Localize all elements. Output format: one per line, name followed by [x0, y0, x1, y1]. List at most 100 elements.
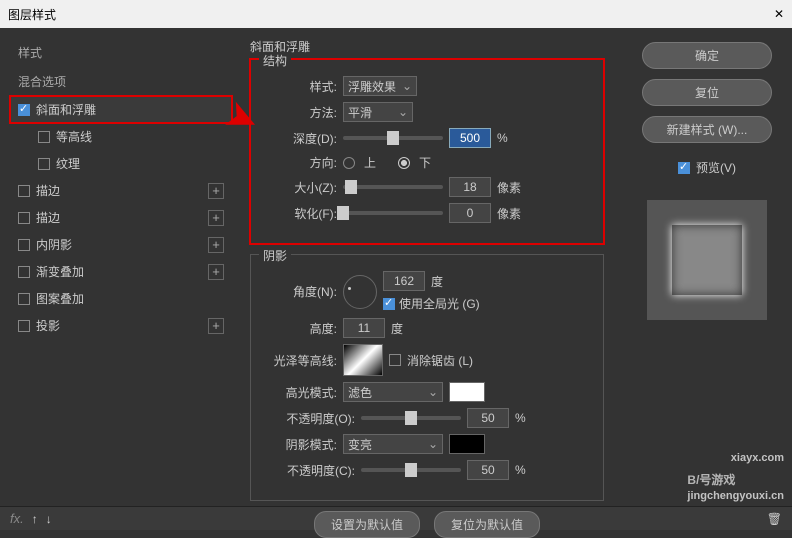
- sidebar-item-label: 投影: [36, 317, 60, 334]
- checkbox-icon[interactable]: [18, 239, 30, 251]
- altitude-input[interactable]: [343, 318, 385, 338]
- close-icon[interactable]: ✕: [774, 7, 784, 21]
- checkbox-icon[interactable]: [38, 158, 50, 170]
- sidebar-item-label: 描边: [36, 209, 60, 226]
- checkbox-icon[interactable]: [18, 185, 30, 197]
- depth-label: 深度(D):: [265, 130, 337, 147]
- arrow-up-icon[interactable]: ↑: [32, 512, 38, 526]
- sidebar-item-label: 纹理: [56, 155, 80, 172]
- checkbox-icon[interactable]: [18, 266, 30, 278]
- gloss-contour-picker[interactable]: [343, 344, 383, 376]
- sidebar-item-label: 内阴影: [36, 236, 72, 253]
- soften-slider[interactable]: [343, 211, 443, 215]
- depth-slider[interactable]: [343, 136, 443, 140]
- sidebar-item-label: 斜面和浮雕: [36, 101, 96, 118]
- size-input[interactable]: [449, 177, 491, 197]
- global-light-label: 使用全局光 (G): [399, 295, 480, 312]
- structure-fieldset: 结构 样式: 浮雕效果 方法: 平滑 深度(D): % 方向: 上 下: [250, 59, 604, 244]
- window-title: 图层样式: [8, 6, 56, 23]
- add-effect-icon[interactable]: +: [208, 210, 224, 226]
- hilight-opacity-slider[interactable]: [361, 416, 461, 420]
- soften-unit: 像素: [497, 205, 521, 222]
- hilight-mode-select[interactable]: 滤色: [343, 382, 443, 402]
- sidebar-item-label: 等高线: [56, 128, 92, 145]
- ok-button[interactable]: 确定: [642, 42, 772, 69]
- sidebar-item-label: 渐变叠加: [36, 263, 84, 280]
- style-select[interactable]: 浮雕效果: [343, 76, 417, 96]
- sidebar-item-stroke2[interactable]: 描边 +: [10, 204, 232, 231]
- sidebar-head-blend[interactable]: 混合选项: [10, 67, 232, 96]
- add-effect-icon[interactable]: +: [208, 183, 224, 199]
- content-panel: 斜面和浮雕 结构 样式: 浮雕效果 方法: 平滑 深度(D): % 方向: 上: [232, 28, 622, 506]
- new-style-button[interactable]: 新建样式 (W)...: [642, 116, 772, 143]
- sidebar-item-pattern[interactable]: 图案叠加: [10, 285, 232, 312]
- method-label: 方法:: [265, 104, 337, 121]
- angle-input[interactable]: [383, 271, 425, 291]
- arrow-down-icon[interactable]: ↓: [46, 512, 52, 526]
- hilight-opacity-label: 不透明度(O):: [265, 410, 355, 427]
- sidebar-item-dropshadow[interactable]: 投影 +: [10, 312, 232, 339]
- panel-title: 斜面和浮雕: [250, 38, 604, 55]
- checkbox-icon[interactable]: [18, 212, 30, 224]
- structure-legend: 结构: [259, 52, 291, 69]
- shadow-opacity-label: 不透明度(C):: [265, 462, 355, 479]
- sidebar-item-stroke1[interactable]: 描边 +: [10, 177, 232, 204]
- angle-dial[interactable]: [343, 275, 377, 309]
- add-effect-icon[interactable]: +: [208, 264, 224, 280]
- shadow-mode-label: 阴影模式:: [265, 436, 337, 453]
- hilight-mode-label: 高光模式:: [265, 384, 337, 401]
- preview-thumbnail: [647, 200, 767, 320]
- shadow-opacity-slider[interactable]: [361, 468, 461, 472]
- shadow-legend: 阴影: [259, 247, 291, 264]
- shadow-fieldset: 阴影 角度(N): 度 使用全局光 (G) 高度:: [250, 254, 604, 501]
- checkbox-icon[interactable]: [38, 131, 50, 143]
- preview-label: 预览(V): [696, 159, 736, 176]
- antialias-label: 消除锯齿 (L): [407, 352, 473, 369]
- size-slider[interactable]: [343, 185, 443, 189]
- checkbox-icon[interactable]: [18, 293, 30, 305]
- gloss-label: 光泽等高线:: [265, 352, 337, 369]
- hilight-color-swatch[interactable]: [449, 382, 485, 402]
- sidebar-item-label: 图案叠加: [36, 290, 84, 307]
- sidebar-item-texture[interactable]: 纹理: [10, 150, 232, 177]
- trash-icon[interactable]: 🗑: [767, 512, 782, 526]
- size-unit: 像素: [497, 179, 521, 196]
- right-panel: 确定 复位 新建样式 (W)... 预览(V): [622, 28, 792, 506]
- titlebar: 图层样式 ✕: [0, 0, 792, 28]
- depth-input[interactable]: [449, 128, 491, 148]
- preview-checkbox[interactable]: [678, 162, 690, 174]
- sidebar-item-bevel[interactable]: 斜面和浮雕: [10, 96, 232, 123]
- add-effect-icon[interactable]: +: [208, 237, 224, 253]
- checkbox-icon[interactable]: [18, 104, 30, 116]
- altitude-label: 高度:: [265, 320, 337, 337]
- global-light-checkbox[interactable]: [383, 298, 395, 310]
- sidebar-head-styles[interactable]: 样式: [10, 38, 232, 67]
- sidebar: 样式 混合选项 斜面和浮雕 等高线 纹理 描边 + 描边 + 内阴影 +: [0, 28, 232, 506]
- sidebar-item-contour[interactable]: 等高线: [10, 123, 232, 150]
- method-select[interactable]: 平滑: [343, 102, 413, 122]
- soften-input[interactable]: [449, 203, 491, 223]
- watermark: xiayx.com B/号游戏 jingchengyouxi.cn: [687, 452, 784, 502]
- fx-icon[interactable]: fx.: [10, 511, 24, 526]
- hilight-opacity-input[interactable]: [467, 408, 509, 428]
- antialias-checkbox[interactable]: [389, 354, 401, 366]
- checkbox-icon[interactable]: [18, 320, 30, 332]
- reset-default-button[interactable]: 复位为默认值: [434, 511, 540, 538]
- size-label: 大小(Z):: [265, 179, 337, 196]
- shadow-color-swatch[interactable]: [449, 434, 485, 454]
- reset-button[interactable]: 复位: [642, 79, 772, 106]
- direction-label: 方向:: [265, 154, 337, 171]
- shadow-mode-select[interactable]: 变亮: [343, 434, 443, 454]
- direction-up-radio[interactable]: [343, 157, 355, 169]
- soften-label: 软化(F):: [265, 205, 337, 222]
- add-effect-icon[interactable]: +: [208, 318, 224, 334]
- depth-unit: %: [497, 131, 508, 145]
- shadow-opacity-input[interactable]: [467, 460, 509, 480]
- set-default-button[interactable]: 设置为默认值: [314, 511, 420, 538]
- sidebar-item-label: 描边: [36, 182, 60, 199]
- sidebar-item-gradient[interactable]: 渐变叠加 +: [10, 258, 232, 285]
- style-label: 样式:: [265, 78, 337, 95]
- direction-down-radio[interactable]: [398, 157, 410, 169]
- angle-label: 角度(N):: [265, 283, 337, 300]
- sidebar-item-innershadow[interactable]: 内阴影 +: [10, 231, 232, 258]
